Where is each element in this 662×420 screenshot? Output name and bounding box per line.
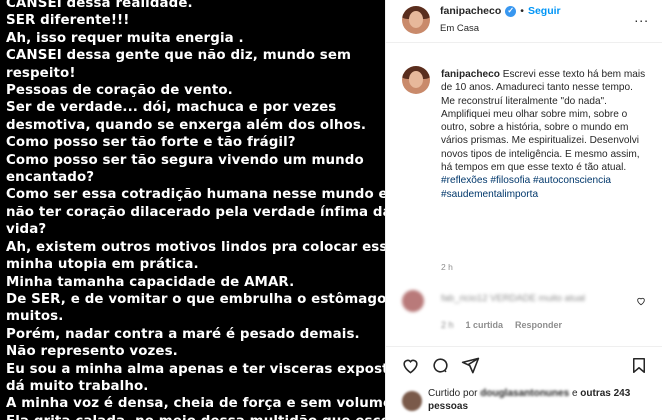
post-text-line: não ter coração dilacerado pela verdade …	[6, 204, 385, 220]
caption-username[interactable]: fanipacheco	[441, 69, 500, 80]
post-text-line: SER diferente!!!	[6, 13, 130, 29]
post-text-line: De SER, e de vomitar o que embrulha o es…	[6, 291, 385, 307]
liker-username[interactable]: douglasantonunes	[480, 388, 569, 399]
post-sidebar: fanipacheco ✓ • Seguir Em Casa ... fanip…	[385, 0, 662, 420]
post-text-line: vida?	[6, 222, 47, 238]
action-bar	[386, 346, 662, 383]
caption: fanipacheco Escrevi esse texto há bem ma…	[441, 68, 648, 201]
post-text-line: dá muito trabalho.	[6, 378, 149, 394]
post-text-line: CANSEI dessa gente que não diz, mundo se…	[6, 48, 352, 64]
comment-icon[interactable]	[430, 355, 450, 375]
likes-summary: Curtido por douglasantonunes e outras 24…	[428, 387, 658, 413]
post-text-line: Como posso ser tão forte e tão frágil?	[6, 135, 296, 151]
author-line: fanipacheco ✓ • Seguir	[440, 5, 561, 17]
post-text-line: encantado?	[6, 170, 95, 186]
hashtag-link[interactable]: #autoconsciencia	[533, 175, 611, 186]
post-text-line: Pessoas de coração de vento.	[6, 83, 233, 99]
hashtag-link[interactable]: #reflexões	[441, 175, 488, 186]
post-text-line: Ela grita calada, no meio dessa multidão…	[6, 413, 385, 420]
post-image[interactable]: CANSEI dessa realidade. SER diferente!!! A…	[0, 0, 385, 420]
hashtag-link[interactable]: #filosofia	[490, 175, 530, 186]
post-text-line: minha utopia em prática.	[6, 257, 199, 273]
liker-avatar[interactable]	[402, 391, 422, 411]
comment-likes[interactable]: 1 curtida	[466, 320, 504, 330]
comment-timestamp: 2 h	[441, 320, 454, 330]
location-link[interactable]: Em Casa	[440, 23, 479, 34]
post-text-line: Não represento vozes.	[6, 344, 178, 360]
caption-avatar[interactable]	[402, 66, 430, 94]
likes-prefix: Curtido por	[428, 388, 478, 399]
post-text-line: CANSEI dessa realidade.	[6, 0, 193, 11]
likes-connector: e	[571, 388, 578, 399]
share-icon[interactable]	[460, 355, 480, 375]
post-text-line: desmotiva, quando se enxerga além dos ol…	[6, 117, 367, 133]
post-text-line: Eu sou a minha alma apenas e ter viscera…	[6, 361, 385, 377]
caption-timestamp: 2 h	[441, 262, 453, 272]
verified-badge-icon: ✓	[505, 5, 517, 17]
post-text-line: muitos.	[6, 309, 64, 325]
post-text-line: respeito!	[6, 65, 76, 81]
author-avatar[interactable]	[402, 6, 430, 34]
post-text-line: Porém, nadar contra a maré é pesado dema…	[6, 326, 360, 342]
comment-like-heart-icon[interactable]	[636, 296, 646, 308]
post-text-line: Como posso ser tão segura vivendo um mun…	[6, 152, 364, 168]
post-text-line: Ah, existem outros motivos lindos pra co…	[6, 239, 385, 255]
heart-icon[interactable]	[400, 355, 420, 375]
post-text-line: Como ser essa cotradição humana nesse mu…	[6, 187, 385, 203]
separator-dot: •	[520, 5, 524, 17]
post-text-line: Ser de verdade... dói, machuca e por vez…	[6, 100, 337, 116]
post-text-lines: CANSEI dessa realidade. SER diferente!!! A…	[6, 0, 385, 420]
post-text-line: Ah, isso requer muita energia .	[6, 30, 244, 46]
comment-text: fab_ricio12 VERDADE muito atual	[441, 293, 586, 304]
caption-text: Escrevi esse texto há bem mais de 10 ano…	[441, 69, 646, 174]
commenter-avatar[interactable]	[402, 290, 424, 312]
post-text-line: Minha tamanha capacidade de AMAR.	[6, 274, 295, 290]
post-header: fanipacheco ✓ • Seguir Em Casa ...	[386, 0, 662, 43]
hashtag-link[interactable]: #saudementalimporta	[441, 189, 538, 200]
more-options-icon[interactable]: ...	[634, 9, 649, 25]
comment-reply-button[interactable]: Responder	[515, 320, 562, 330]
comment-meta: 2 h 1 curtida Responder	[441, 320, 562, 330]
post-text-line: A minha voz é densa, cheia de força e se…	[6, 396, 385, 412]
follow-button[interactable]: Seguir	[528, 5, 561, 17]
bookmark-icon[interactable]	[629, 355, 649, 375]
author-username[interactable]: fanipacheco	[440, 5, 501, 17]
